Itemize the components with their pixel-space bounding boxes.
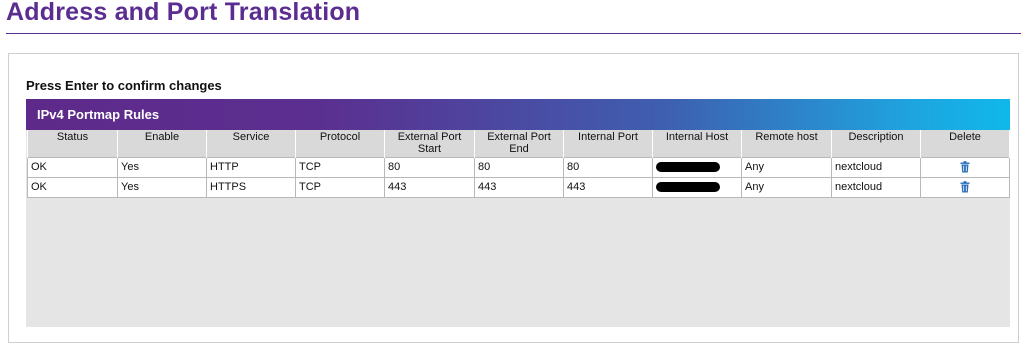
- cell-status[interactable]: OK: [27, 157, 118, 178]
- cell-remote-host[interactable]: Any: [741, 157, 832, 178]
- redacted-internal-host: [656, 182, 720, 193]
- column-header-external-port-start: External Port Start: [384, 130, 475, 158]
- table-header-row: Status Enable Service Protocol External …: [27, 130, 1010, 158]
- redacted-internal-host: [656, 162, 720, 173]
- cell-protocol[interactable]: TCP: [295, 177, 385, 198]
- confirm-hint: Press Enter to confirm changes: [26, 78, 222, 93]
- cell-description[interactable]: nextcloud: [831, 177, 921, 198]
- table-title: IPv4 Portmap Rules: [37, 107, 160, 122]
- trash-icon[interactable]: [960, 181, 970, 193]
- column-header-protocol: Protocol: [295, 130, 385, 158]
- cell-internal-host[interactable]: [652, 177, 742, 198]
- cell-external-port-start[interactable]: 80: [384, 157, 475, 178]
- cell-internal-host[interactable]: [652, 157, 742, 178]
- table-row[interactable]: OK Yes HTTP TCP 80 80 80 Any nextcloud: [27, 157, 1010, 178]
- column-header-delete: Delete: [920, 130, 1010, 158]
- cell-service[interactable]: HTTP: [206, 157, 296, 178]
- cell-service[interactable]: HTTPS: [206, 177, 296, 198]
- cell-external-port-end[interactable]: 80: [474, 157, 564, 178]
- column-header-internal-host: Internal Host: [652, 130, 742, 158]
- cell-delete[interactable]: [920, 177, 1010, 198]
- trash-icon[interactable]: [960, 161, 970, 173]
- table-row[interactable]: OK Yes HTTPS TCP 443 443 443 Any nextclo…: [27, 177, 1010, 198]
- column-header-internal-port: Internal Port: [563, 130, 653, 158]
- cell-enable[interactable]: Yes: [117, 177, 207, 198]
- column-header-remote-host: Remote host: [741, 130, 832, 158]
- table-header-bar: [26, 99, 1010, 130]
- cell-internal-port[interactable]: 80: [563, 157, 653, 178]
- cell-enable[interactable]: Yes: [117, 157, 207, 178]
- column-header-status: Status: [27, 130, 118, 158]
- column-header-enable: Enable: [117, 130, 207, 158]
- cell-status[interactable]: OK: [27, 177, 118, 198]
- cell-remote-host[interactable]: Any: [741, 177, 832, 198]
- page-title: Address and Port Translation: [6, 0, 361, 26]
- cell-external-port-start[interactable]: 443: [384, 177, 475, 198]
- cell-internal-port[interactable]: 443: [563, 177, 653, 198]
- column-header-external-port-end: External Port End: [474, 130, 564, 158]
- cell-protocol[interactable]: TCP: [295, 157, 385, 178]
- title-divider: [6, 33, 1021, 34]
- cell-delete[interactable]: [920, 157, 1010, 178]
- portmap-rules-table: Status Enable Service Protocol External …: [27, 130, 1010, 198]
- column-header-service: Service: [206, 130, 296, 158]
- cell-description[interactable]: nextcloud: [831, 157, 921, 178]
- cell-external-port-end[interactable]: 443: [474, 177, 564, 198]
- column-header-description: Description: [831, 130, 921, 158]
